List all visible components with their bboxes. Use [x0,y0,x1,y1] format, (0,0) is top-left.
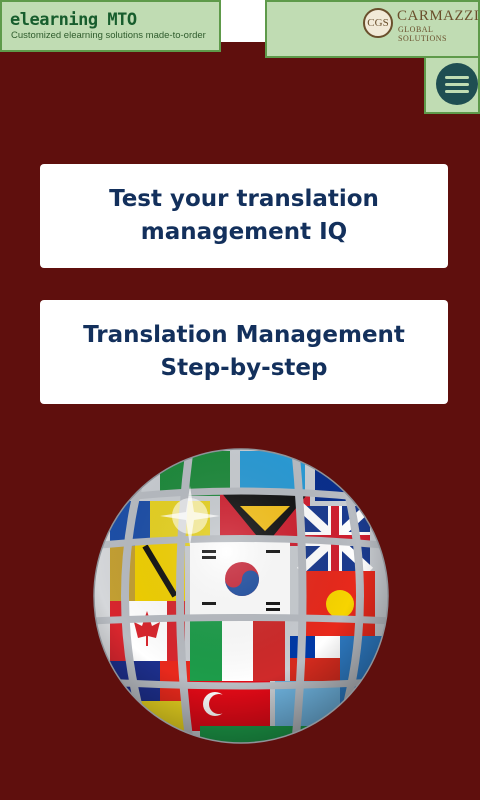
globe-svg [93,448,389,744]
translation-iq-button[interactable]: Test your translation management IQ [40,164,448,268]
translation-step-label: Translation Management Step-by-step [83,319,405,385]
partner-name: CARMAZZI [397,8,480,24]
carmazzi-logo[interactable]: CGS CARMAZZI GLOBAL SOLUTIONS [265,0,480,58]
translation-step-by-step-button[interactable]: Translation Management Step-by-step [40,300,448,404]
translation-iq-line-1: Test your translation [109,186,379,212]
translation-iq-line-2: management IQ [140,219,348,245]
flags-globe-image [90,446,392,746]
cgs-badge: CGS [363,8,393,38]
translation-step-line-2: Step-by-step [160,355,328,381]
brand-title: elearning MTO [10,10,137,30]
translation-step-line-1: Translation Management [83,322,405,348]
menu-button[interactable] [424,56,480,114]
brand-tagline: Customized elearning solutions made-to-o… [11,30,206,41]
elearning-mto-logo[interactable]: elearning MTO Customized elearning solut… [0,0,221,52]
translation-iq-label: Test your translation management IQ [109,183,379,249]
partner-subtitle: GLOBAL SOLUTIONS [398,25,447,43]
hamburger-menu-icon [436,63,478,105]
